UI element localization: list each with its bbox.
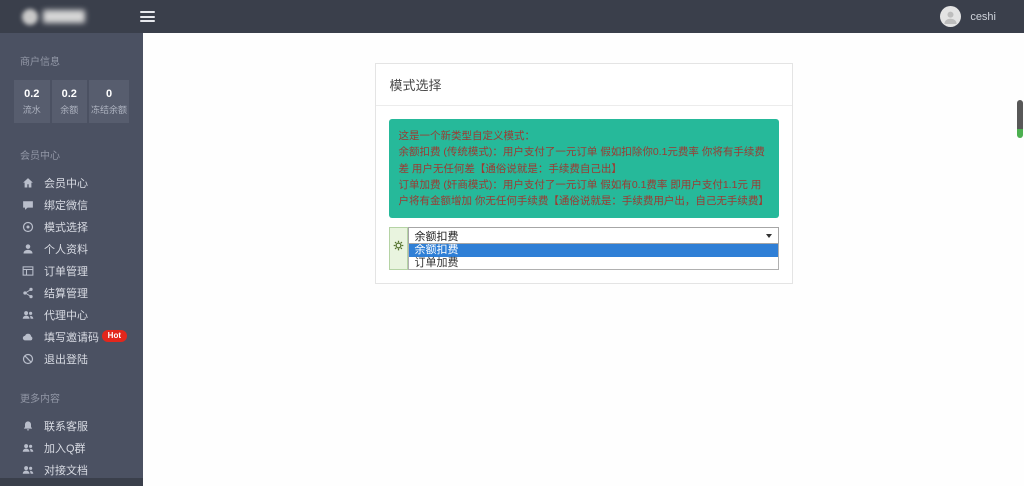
hot-badge: Hot bbox=[102, 330, 127, 342]
sidebar-item-contact-support[interactable]: 联系客服 bbox=[0, 415, 143, 437]
wechat-icon bbox=[21, 199, 34, 212]
sidebar-item-member-center[interactable]: 会员中心 bbox=[0, 172, 143, 194]
person-icon bbox=[943, 9, 958, 24]
bell-icon bbox=[21, 420, 34, 433]
avatar bbox=[940, 6, 961, 27]
sidebar-item-agent-center[interactable]: 代理中心 bbox=[0, 304, 143, 326]
username: ceshi bbox=[970, 11, 996, 23]
users-icon bbox=[21, 464, 34, 477]
option-balance-deduct[interactable]: 余额扣费 bbox=[409, 244, 778, 257]
gear-icon bbox=[389, 227, 408, 270]
main-content: 模式选择 这是一个新类型自定义模式： 余额扣费 (传统模式)：用户支付了一元订单… bbox=[143, 33, 1024, 486]
alert-line-3: 订单加费 (奸商模式)：用户支付了一元订单 假如有0.1费率 即用户支付1.1元… bbox=[399, 177, 769, 210]
home-icon bbox=[21, 177, 34, 190]
sidebar-item-orders[interactable]: 订单管理 bbox=[0, 260, 143, 282]
sidebar-toggle-icon[interactable] bbox=[140, 11, 155, 22]
sidebar-item-mode-select[interactable]: 模式选择 bbox=[0, 216, 143, 238]
user-icon bbox=[21, 243, 34, 256]
sidebar-item-settlement[interactable]: 结算管理 bbox=[0, 282, 143, 304]
top-navbar: ceshi bbox=[0, 0, 1024, 33]
cloud-icon bbox=[21, 331, 34, 344]
sidebar: 商户信息 0.2 流水 0.2 余额 0 冻结余额 会员中心 会员中心 绑定微信… bbox=[0, 33, 143, 486]
mode-select-card: 模式选择 这是一个新类型自定义模式： 余额扣费 (传统模式)：用户支付了一元订单… bbox=[375, 63, 793, 284]
section-more-content: 更多内容 bbox=[0, 370, 143, 415]
users-icon bbox=[21, 442, 34, 455]
user-menu[interactable]: ceshi bbox=[940, 6, 996, 27]
chevron-down-icon bbox=[766, 234, 772, 238]
merchant-stats: 0.2 流水 0.2 余额 0 冻结余额 bbox=[14, 80, 129, 123]
sidebar-item-logout[interactable]: 退出登陆 bbox=[0, 348, 143, 370]
sidebar-item-join-qq-group[interactable]: 加入Q群 bbox=[0, 437, 143, 459]
sidebar-item-bind-wechat[interactable]: 绑定微信 bbox=[0, 194, 143, 216]
mode-description-alert: 这是一个新类型自定义模式： 余额扣费 (传统模式)：用户支付了一元订单 假如扣除… bbox=[389, 119, 779, 218]
option-order-surcharge[interactable]: 订单加费 bbox=[409, 257, 778, 270]
users-icon bbox=[21, 309, 34, 322]
stat-balance: 0.2 余额 bbox=[52, 80, 88, 123]
section-member-center: 会员中心 bbox=[0, 127, 143, 172]
brand-text-redacted bbox=[43, 10, 85, 23]
stat-frozen: 0 冻结余额 bbox=[89, 80, 129, 123]
mode-select-dropdown: 余额扣费 订单加费 bbox=[408, 244, 779, 270]
logout-ban-icon bbox=[21, 353, 34, 366]
sidebar-item-profile[interactable]: 个人资料 bbox=[0, 238, 143, 260]
mode-select[interactable]: 余额扣费 bbox=[408, 227, 779, 244]
alert-line-1: 这是一个新类型自定义模式： bbox=[399, 128, 769, 144]
card-title: 模式选择 bbox=[376, 64, 792, 106]
alert-line-2: 余额扣费 (传统模式)：用户支付了一元订单 假如扣除你0.1元费率 你将有手续费… bbox=[399, 144, 769, 177]
brand-emblem-icon bbox=[22, 9, 38, 25]
mode-icon bbox=[21, 221, 34, 234]
sidebar-footer bbox=[0, 478, 143, 486]
mode-select-value: 余额扣费 bbox=[415, 228, 459, 244]
mode-input-group: 余额扣费 余额扣费 订单加费 bbox=[389, 227, 779, 270]
brand-logo[interactable] bbox=[22, 9, 92, 25]
scrollbar-thumb[interactable] bbox=[1017, 100, 1023, 138]
section-merchant-info: 商户信息 bbox=[0, 33, 143, 78]
stat-flow: 0.2 流水 bbox=[14, 80, 50, 123]
share-icon bbox=[21, 287, 34, 300]
table-icon bbox=[21, 265, 34, 278]
sidebar-item-invite-code[interactable]: 填写邀请码 Hot bbox=[0, 326, 143, 348]
